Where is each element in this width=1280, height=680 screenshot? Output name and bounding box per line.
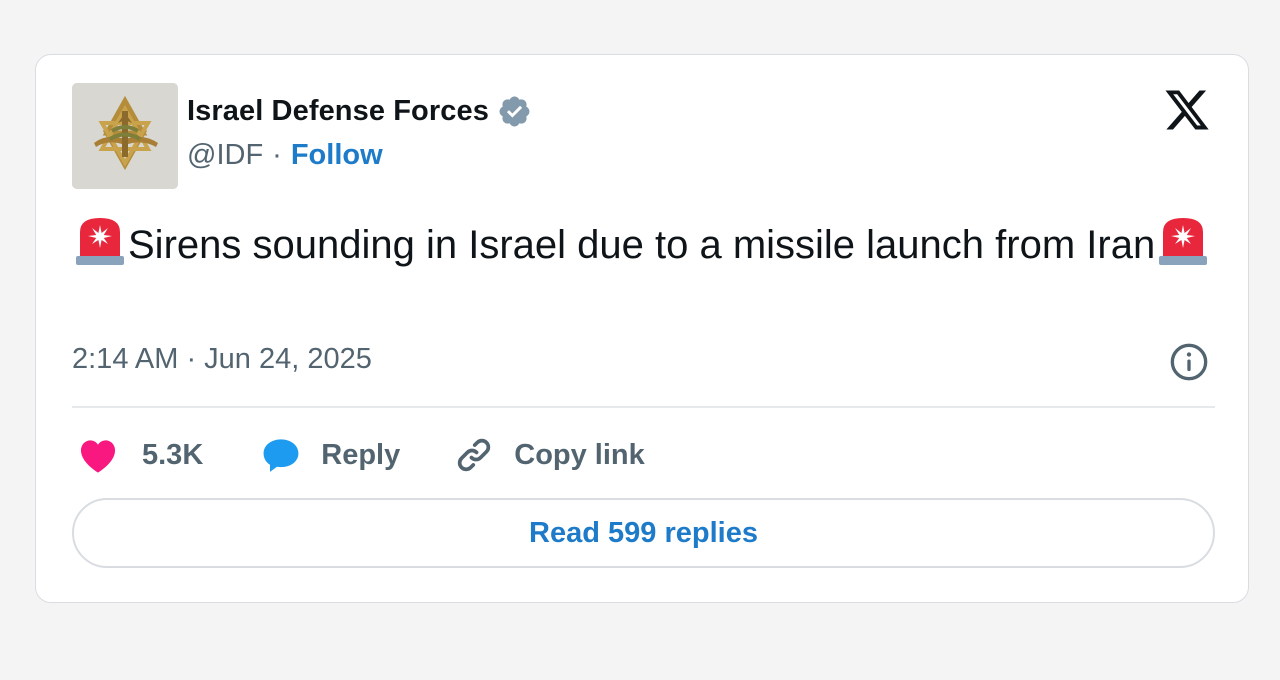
author-handle-row: @IDF · Follow xyxy=(187,139,532,172)
reply-label: Reply xyxy=(321,438,401,471)
avatar[interactable] xyxy=(72,83,178,189)
tweet-actions: 5.3K Reply Copy link xyxy=(76,430,645,480)
read-replies-button[interactable]: Read 599 replies xyxy=(72,498,1215,568)
copy-link-label: Copy link xyxy=(514,438,645,471)
separator-dot: · xyxy=(272,139,282,171)
tweet-text: Sirens sounding in Israel due to a missi… xyxy=(72,214,1222,273)
like-count: 5.3K xyxy=(142,438,204,471)
idf-emblem-icon xyxy=(72,83,178,189)
author-handle[interactable]: @IDF xyxy=(187,139,263,172)
link-icon xyxy=(458,438,491,472)
tweet-timestamp[interactable]: 2:14 AM · Jun 24, 2025 xyxy=(72,343,372,376)
speech-bubble-icon xyxy=(263,439,299,472)
follow-button[interactable]: Follow xyxy=(291,139,383,172)
info-icon[interactable] xyxy=(1169,342,1209,382)
author-name-row: Israel Defense Forces xyxy=(187,91,532,131)
reply-button[interactable]: Reply xyxy=(259,433,400,477)
heart-icon xyxy=(80,440,116,473)
author-name[interactable]: Israel Defense Forces xyxy=(187,95,489,128)
x-logo-icon[interactable] xyxy=(1162,86,1212,134)
police-siren-icon xyxy=(1159,218,1208,265)
tweet-embed-card: Israel Defense Forces @IDF · Follow Sire… xyxy=(35,54,1249,603)
like-button[interactable]: 5.3K xyxy=(76,433,203,477)
author-block: Israel Defense Forces @IDF · Follow xyxy=(187,91,532,172)
divider xyxy=(72,406,1215,408)
verified-badge-icon xyxy=(499,96,530,126)
tweet-text-content: Sirens sounding in Israel due to a missi… xyxy=(128,223,1156,267)
police-siren-icon xyxy=(76,218,124,265)
copy-link-button[interactable]: Copy link xyxy=(452,433,645,477)
